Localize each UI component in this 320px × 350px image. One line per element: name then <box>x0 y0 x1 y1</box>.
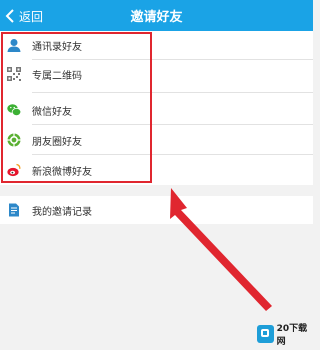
divider <box>32 154 313 155</box>
watermark: 20下载网 <box>257 324 313 347</box>
page-title: 邀请好友 <box>130 10 183 25</box>
qr-code-icon <box>7 67 21 81</box>
invite-option-label: 微信好友 <box>32 106 72 118</box>
invite-option-label: 新浪微博好友 <box>32 166 92 178</box>
watermark-text: 20下载网 <box>276 324 308 347</box>
divider <box>32 92 313 93</box>
divider <box>32 124 313 125</box>
invite-option-wechat[interactable]: 微信好友 <box>0 96 150 124</box>
weibo-icon <box>7 163 21 177</box>
invite-option-label: 通讯录好友 <box>32 41 82 53</box>
invite-option-moments[interactable]: 朋友圈好友 <box>0 126 150 154</box>
invite-records-label: 我的邀请记录 <box>32 206 92 218</box>
invite-options-panel: 通讯录好友 专属二维码 微信好友 朋友圈好友 新浪微博好友 <box>0 31 313 185</box>
invite-option-qr-code[interactable]: 专属二维码 <box>0 60 150 88</box>
invite-option-contacts[interactable]: 通讯录好友 <box>0 31 150 59</box>
invite-option-weibo[interactable]: 新浪微博好友 <box>0 156 150 184</box>
invite-option-label: 朋友圈好友 <box>32 136 82 148</box>
invite-records-panel: 我的邀请记录 <box>0 196 313 224</box>
watermark-logo-icon <box>257 325 274 343</box>
invite-records-item[interactable]: 我的邀请记录 <box>0 196 150 224</box>
document-icon <box>7 203 21 217</box>
wechat-icon <box>7 103 21 117</box>
invite-option-label: 专属二维码 <box>32 70 82 82</box>
contact-icon <box>7 38 21 52</box>
title-bar: 返回 邀请好友 <box>0 0 313 31</box>
moments-icon <box>7 133 21 147</box>
